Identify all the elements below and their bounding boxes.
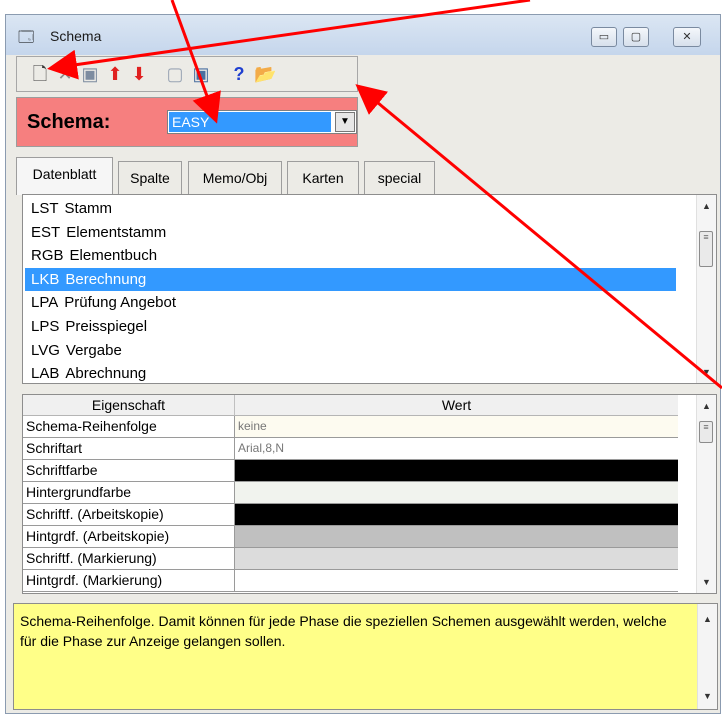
property-name: Schriftf. (Arbeitskopie) [23,504,235,525]
list-item[interactable]: LVG Vergabe [25,339,676,362]
help-icon[interactable]: ? [228,63,250,85]
window-title: Schema [50,28,102,44]
property-name: Schriftf. (Markierung) [23,548,235,569]
column-header-eigenschaft: Eigenschaft [23,395,235,416]
delete-icon[interactable]: ✕ [54,63,76,85]
phase-code: EST [31,223,61,241]
tab-special[interactable]: special [364,161,435,194]
property-value[interactable] [235,570,678,591]
schema-label: Schema: [27,111,111,133]
tab-memo-obj[interactable]: Memo/Obj [188,161,282,194]
property-row[interactable]: Schriftfarbe [23,460,678,482]
phase-code: LVG [31,341,60,359]
phase-code: LPS [31,318,60,335]
phase-name: Abrechnung [65,365,147,383]
list-item[interactable]: LST Stamm [25,197,676,220]
property-grid-scrollbar[interactable]: ▲ ≡ ▼ [696,395,716,593]
list-item[interactable]: LPA Prüfung Angebot [25,291,676,314]
new-document-icon[interactable]: 🗋 [29,63,51,85]
phase-code: RGB [31,247,64,265]
property-row[interactable]: Schema-Reihenfolge keine [23,416,678,438]
edit-disabled-icon[interactable]: ▢ [164,63,186,85]
list-item[interactable]: RGB Elementbuch [25,244,676,267]
property-value[interactable] [235,548,678,569]
move-down-icon[interactable]: ⬇ [128,63,150,85]
phase-name: Prüfung Angebot [64,294,177,312]
scroll-thumb[interactable]: ≡ [699,421,713,443]
phase-name: Stamm [64,200,113,217]
save-icon[interactable]: ▣ [79,63,101,85]
memo-text: Schema-Reihenfolge. Damit können für jed… [20,613,667,649]
open-folder-icon[interactable]: 📂 [254,63,276,85]
phase-code: LAB [31,365,60,383]
property-name: Hintgrdf. (Arbeitskopie) [23,526,235,547]
property-value[interactable] [235,482,678,503]
chevron-down-icon[interactable]: ▼ [335,112,355,132]
maximize-button[interactable]: ▢ [623,27,649,47]
scroll-up-icon[interactable]: ▲ [697,197,716,215]
scroll-down-icon[interactable]: ▼ [697,363,716,381]
property-row[interactable]: Schriftart Arial,8,N [23,438,678,460]
list-item[interactable]: LKB Berechnung [25,267,676,291]
title-bar: 🗔 Schema ▭ ▢ ✕ [6,15,720,55]
tab-karten[interactable]: Karten [287,161,359,194]
list-item[interactable]: LPS Preisspiegel [25,315,676,338]
property-row[interactable]: Hintgrdf. (Arbeitskopie) [23,526,678,548]
phase-name: Elementbuch [69,247,158,265]
list-item[interactable]: LAB Abrechnung [25,362,676,383]
schema-window: 🗔 Schema ▭ ▢ ✕ 🗋 ✕ ▣ ⬆ ⬇ ▢ ▣? 📂 Schema: EASY ▼ … [5,14,721,714]
property-value[interactable]: Arial,8,N [235,438,678,459]
property-row[interactable]: Schriftf. (Markierung) [23,548,678,570]
minimize-button[interactable]: ▭ [591,27,617,47]
move-up-icon[interactable]: ⬆ [104,63,126,85]
description-memo[interactable]: Schema-Reihenfolge. Damit können für jed… [13,603,718,710]
list-item[interactable]: EST Elementstamm [25,221,676,244]
property-row[interactable]: Schriftf. (Arbeitskopie) [23,504,678,526]
schema-app-icon: 🗔 [18,29,35,46]
phase-code: LKB [31,270,60,288]
property-name: Schriftfarbe [23,460,235,481]
column-header-wert: Wert [235,395,678,416]
tab-datenblatt[interactable]: Datenblatt [16,157,113,195]
phase-name: Preisspiegel [65,318,148,335]
preview-icon[interactable]: ▣ [190,63,212,85]
memo-scrollbar[interactable]: ▲ ▼ [697,604,717,709]
property-name: Schema-Reihenfolge [23,416,235,437]
schema-bar: Schema: EASY ▼ [16,97,358,147]
scroll-up-icon[interactable]: ▲ [697,397,716,415]
property-grid[interactable]: Eigenschaft Wert ▲ ≡ ▼ Schema-Reihenfolg… [22,394,717,594]
scroll-up-icon[interactable]: ▲ [698,610,717,628]
phase-code: LST [31,200,59,217]
phase-list-scrollbar[interactable]: ▲ ≡ ▼ [696,195,716,383]
property-value[interactable] [235,460,678,481]
property-value[interactable] [235,504,678,525]
close-button[interactable]: ✕ [673,27,701,47]
schema-select-value: EASY [169,112,331,132]
phase-code: LPA [31,294,59,312]
toolbar: 🗋 ✕ ▣ ⬆ ⬇ ▢ ▣? 📂 [16,56,358,92]
scroll-down-icon[interactable]: ▼ [697,573,716,591]
property-row[interactable]: Hintergrundfarbe [23,482,678,504]
tab-spalte[interactable]: Spalte [118,161,182,194]
property-name: Hintergrundfarbe [23,482,235,503]
phase-name: Berechnung [65,270,147,288]
scroll-thumb[interactable]: ≡ [699,231,713,267]
property-value[interactable]: keine [235,416,678,437]
schema-select[interactable]: EASY ▼ [167,110,357,134]
phase-name: Elementstamm [66,223,167,241]
property-row[interactable]: Hintgrdf. (Markierung) [23,570,678,592]
phase-name: Vergabe [65,341,122,359]
property-name: Hintgrdf. (Markierung) [23,570,235,591]
property-name: Schriftart [23,438,235,459]
phase-list[interactable]: ▲ ≡ ▼ LST Stamm EST Elementstamm RGB Elementb… [22,194,717,384]
property-value[interactable] [235,526,678,547]
scroll-down-icon[interactable]: ▼ [698,687,717,705]
